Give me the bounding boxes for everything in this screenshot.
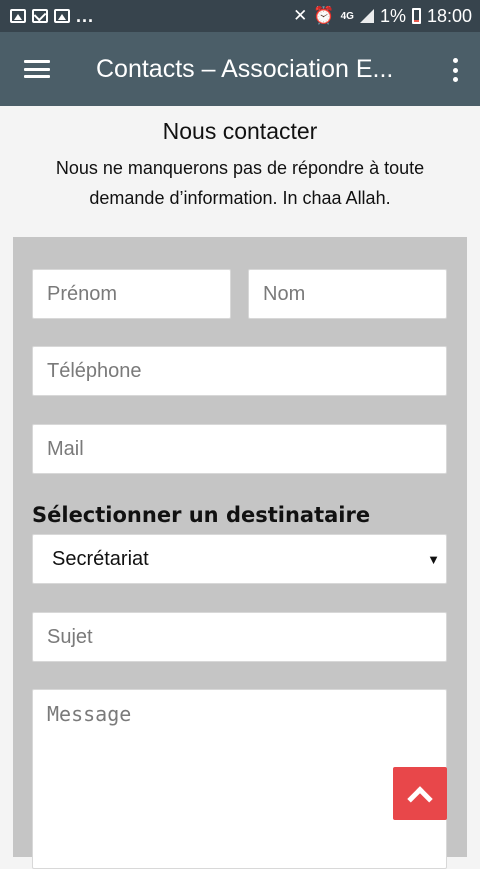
overflow-menu-icon[interactable] [452,58,458,82]
section-description: Nous ne manquerons pas de répondre à tou… [55,158,425,208]
signal-icon [359,9,374,23]
recipient-value: Secrétariat [52,547,149,570]
system-icons: ✕ ⏰ 4G 1% 18:00 [293,6,472,27]
notification-icons: ... [10,6,94,27]
alarm-icon: ⏰ [313,6,335,25]
menu-icon[interactable] [24,60,50,78]
photo-icon [54,9,70,23]
message-field[interactable] [32,689,447,869]
battery-icon [411,8,421,24]
email-field[interactable] [32,424,447,474]
clock: 18:00 [426,5,472,26]
more-notifications: ... [76,5,95,26]
chevron-up-icon [407,785,433,812]
page-title: Contacts – Association E... [96,54,394,83]
first-name-field[interactable] [32,269,231,319]
intro-section: Nous contacter Nous ne manquerons pas de… [0,106,480,213]
section-title: Nous contacter [162,118,318,144]
status-bar: ... ✕ ⏰ 4G 1% 18:00 [0,0,480,32]
subject-field[interactable] [32,612,447,662]
recipient-select[interactable]: Secrétariat ▼ [32,534,447,584]
dropdown-arrow-icon: ▼ [427,551,440,567]
contact-form: Sélectionner un destinataire Secrétariat… [13,237,467,869]
recipient-label: Sélectionner un destinataire [32,503,371,527]
network-type: 4G [340,10,354,22]
gallery-icon [10,9,26,23]
mail-icon [32,9,48,23]
app-bar: Contacts – Association E... [0,32,480,106]
scroll-to-top-button[interactable] [393,767,447,820]
battery-percent: 1% [379,5,406,26]
last-name-field[interactable] [248,269,447,319]
mute-icon: ✕ [293,6,308,25]
phone-field[interactable] [32,346,447,396]
